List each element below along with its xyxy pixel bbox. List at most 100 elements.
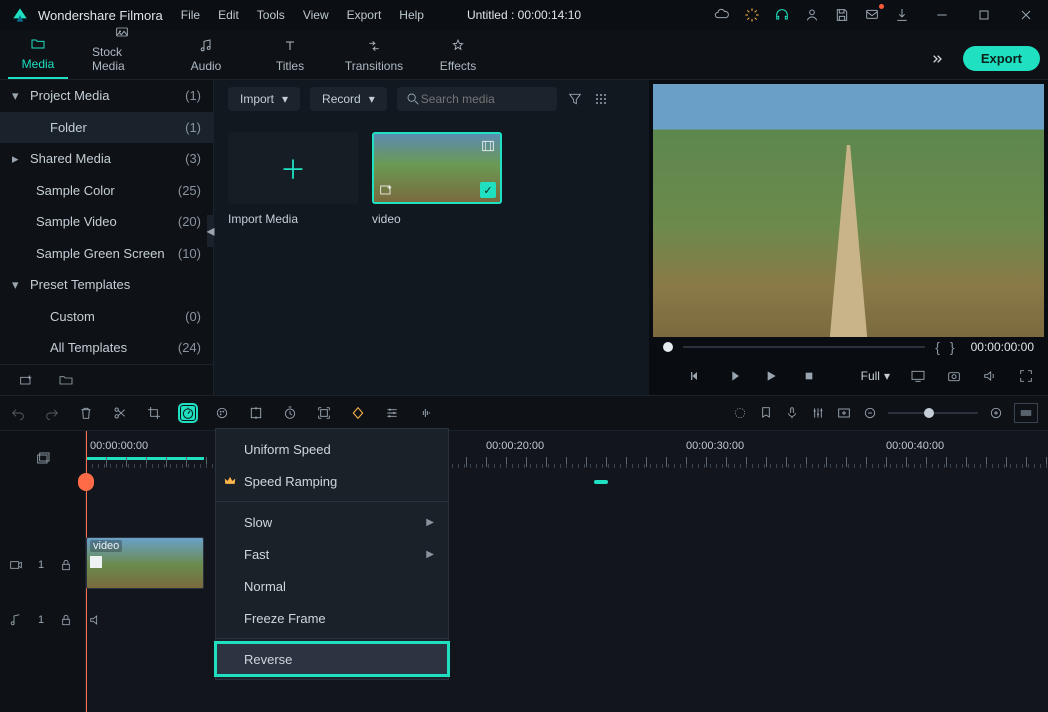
stop-icon[interactable] — [801, 368, 817, 384]
export-button[interactable]: Export — [963, 46, 1040, 71]
mark-out-icon[interactable]: } — [950, 339, 955, 355]
lock-icon[interactable] — [58, 557, 74, 573]
record-button[interactable]: Record▾ — [310, 87, 387, 111]
sidebar-item-sample-video[interactable]: Sample Video (20) — [0, 206, 213, 238]
tab-media[interactable]: Media — [8, 34, 68, 79]
grid-view-icon[interactable] — [593, 91, 609, 107]
menu-edit[interactable]: Edit — [218, 8, 239, 22]
menu-help[interactable]: Help — [399, 8, 424, 22]
search-field[interactable] — [421, 92, 549, 106]
timeline-clip-video[interactable]: video — [86, 537, 204, 589]
tab-stock-media[interactable]: Stock Media — [92, 22, 152, 79]
sidebar-footer — [0, 364, 213, 396]
play-pause-icon[interactable] — [725, 368, 741, 384]
search-input[interactable] — [397, 87, 557, 111]
snapshot-icon[interactable] — [946, 368, 962, 384]
zoom-in-icon[interactable] — [988, 405, 1004, 421]
speed-icon[interactable] — [180, 405, 196, 421]
filter-icon[interactable] — [567, 91, 583, 107]
duration-icon[interactable] — [282, 405, 298, 421]
sidebar-item-folder[interactable]: Folder (1) — [0, 112, 213, 144]
import-media-tile[interactable]: ＋ Import Media — [228, 132, 358, 226]
import-button[interactable]: Import▾ — [228, 87, 300, 111]
voiceover-icon[interactable] — [784, 405, 800, 421]
marker-icon[interactable] — [758, 405, 774, 421]
tab-transitions[interactable]: Transitions — [344, 36, 404, 79]
menu-slow[interactable]: Slow▶ — [216, 506, 448, 538]
motion-tracking-icon[interactable] — [316, 405, 332, 421]
zoom-slider[interactable] — [888, 412, 978, 414]
mixer-icon[interactable] — [810, 405, 826, 421]
menu-tools[interactable]: Tools — [257, 8, 285, 22]
sidebar-item-custom[interactable]: Custom (0) — [0, 301, 213, 333]
more-tabs-icon[interactable] — [929, 51, 945, 67]
fullscreen-icon[interactable] — [1018, 368, 1034, 384]
download-icon[interactable] — [894, 7, 910, 23]
save-icon[interactable] — [834, 7, 850, 23]
crop-icon[interactable] — [146, 405, 162, 421]
delete-icon[interactable] — [78, 405, 94, 421]
menu-speed-ramping[interactable]: Speed Ramping — [216, 465, 448, 497]
folder-icon — [28, 34, 48, 54]
timeline-options-icon[interactable] — [0, 431, 85, 487]
zoom-fit-icon[interactable] — [1014, 403, 1038, 423]
maximize-icon[interactable] — [976, 7, 992, 23]
menu-reverse[interactable]: Reverse — [216, 643, 448, 675]
display-icon[interactable] — [910, 368, 926, 384]
sidebar-item-project-media[interactable]: ▾ Project Media (1) — [0, 80, 213, 112]
import-media-thumb[interactable]: ＋ — [228, 132, 358, 204]
menu-uniform-speed[interactable]: Uniform Speed — [216, 433, 448, 465]
sidebar-item-sample-green-screen[interactable]: Sample Green Screen (10) — [0, 238, 213, 270]
green-screen-icon[interactable] — [248, 405, 264, 421]
headphones-icon[interactable] — [774, 7, 790, 23]
menu-export[interactable]: Export — [347, 8, 382, 22]
redo-icon[interactable] — [44, 405, 60, 421]
menu-fast[interactable]: Fast▶ — [216, 538, 448, 570]
folder-icon[interactable] — [58, 372, 74, 388]
adjust-icon[interactable] — [384, 405, 400, 421]
add-to-timeline-icon[interactable] — [378, 182, 394, 198]
sparkle-icon[interactable] — [744, 7, 760, 23]
menu-view[interactable]: View — [303, 8, 329, 22]
volume-icon[interactable] — [982, 368, 998, 384]
minimize-icon[interactable] — [934, 7, 950, 23]
add-track-icon[interactable] — [836, 405, 852, 421]
lock-icon[interactable] — [58, 612, 74, 628]
sidebar-item-preset-templates[interactable]: ▾ Preset Templates — [0, 269, 213, 301]
sidebar-item-all-templates[interactable]: All Templates (24) — [0, 332, 213, 364]
zoom-out-icon[interactable] — [862, 405, 878, 421]
color-icon[interactable] — [214, 405, 230, 421]
menu-normal[interactable]: Normal — [216, 570, 448, 602]
mark-in-icon[interactable]: { — [935, 339, 940, 355]
keyframe-icon[interactable] — [350, 405, 366, 421]
close-icon[interactable] — [1018, 7, 1034, 23]
tab-effects[interactable]: Effects — [428, 36, 488, 79]
audio-waveform-icon[interactable] — [418, 405, 434, 421]
seek-handle[interactable] — [663, 342, 673, 352]
audio-track-header[interactable]: 1 — [0, 592, 85, 647]
preview-video[interactable] — [653, 84, 1044, 337]
prev-frame-icon[interactable] — [687, 368, 703, 384]
account-icon[interactable] — [804, 7, 820, 23]
playhead-handle[interactable] — [78, 473, 94, 491]
new-folder-plus-icon[interactable] — [18, 372, 34, 388]
render-icon[interactable] — [732, 405, 748, 421]
seek-track[interactable] — [683, 346, 925, 348]
video-track-header[interactable]: 1 — [0, 537, 85, 592]
split-icon[interactable] — [112, 405, 128, 421]
message-icon[interactable] — [864, 7, 880, 23]
video-thumb[interactable]: ✓ — [372, 132, 502, 204]
menu-freeze-frame[interactable]: Freeze Frame — [216, 602, 448, 634]
tab-audio[interactable]: Audio — [176, 36, 236, 79]
quality-select[interactable]: Full▾ — [861, 369, 890, 383]
media-tile-video[interactable]: ✓ video — [372, 132, 502, 226]
sidebar-item-shared-media[interactable]: ▸ Shared Media (3) — [0, 143, 213, 175]
zoom-handle[interactable] — [924, 408, 934, 418]
menu-file[interactable]: File — [181, 8, 200, 22]
tab-titles[interactable]: Titles — [260, 36, 320, 79]
sidebar-item-sample-color[interactable]: Sample Color (25) — [0, 175, 213, 207]
undo-icon[interactable] — [10, 405, 26, 421]
cloud-icon[interactable] — [714, 7, 730, 23]
play-icon[interactable] — [763, 368, 779, 384]
collapse-sidebar-icon[interactable]: ◂ — [207, 215, 214, 247]
